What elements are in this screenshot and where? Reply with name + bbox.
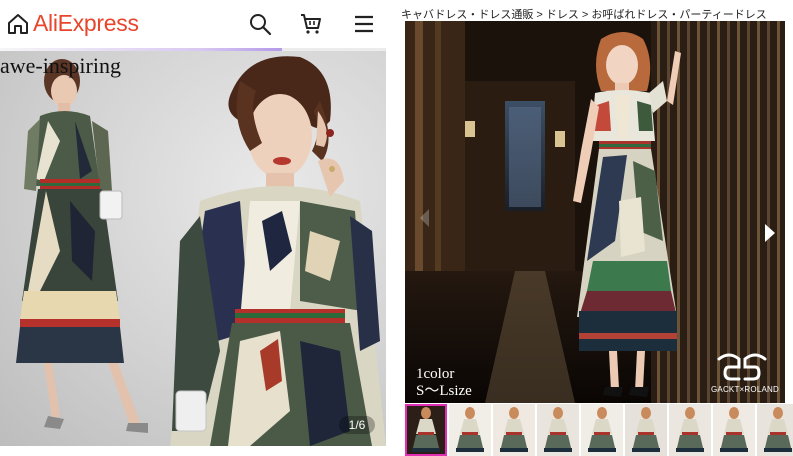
brand-logo: GACKT×ROLAND <box>711 353 779 397</box>
home-icon[interactable] <box>6 12 30 36</box>
thumbnail-6[interactable] <box>625 404 667 456</box>
search-icon[interactable] <box>248 12 272 36</box>
color-count-label: 1color <box>416 366 455 382</box>
thumbnail-3[interactable] <box>493 404 535 456</box>
thumbnail-8[interactable] <box>713 404 755 456</box>
chevron-left-icon[interactable] <box>417 207 431 229</box>
chevron-right-icon[interactable] <box>763 222 777 244</box>
thumbnail-9[interactable] <box>757 404 793 456</box>
aliexpress-logo[interactable]: AliExpress <box>33 10 139 37</box>
breadcrumb[interactable]: キャバドレス・ドレス通販 > ドレス > お呼ばれドレス・パーティードレス <box>401 6 767 22</box>
product-image-main[interactable]: 1color S～Lsize GACKT×ROLAND <box>405 21 785 403</box>
product-caption: awe-inspiring <box>0 53 121 78</box>
thumbnail-4[interactable] <box>537 404 579 456</box>
thumbnail-7[interactable] <box>669 404 711 456</box>
image-counter-badge: 1/6 <box>339 416 375 434</box>
model-close-up <box>170 56 386 446</box>
aliexpress-panel: AliExpress awe-inspiring 1/6 <box>0 0 386 456</box>
thumbnail-2[interactable] <box>449 404 491 456</box>
aliexpress-header: AliExpress <box>0 0 386 48</box>
thumbnail-strip <box>405 404 793 456</box>
thumbnail-5[interactable] <box>581 404 623 456</box>
store-panel: キャバドレス・ドレス通販 > ドレス > お呼ばれドレス・パーティードレス 1c… <box>392 0 793 456</box>
size-range-label: S～Lsize <box>416 383 472 399</box>
color-size-info: 1color S～Lsize <box>416 366 472 400</box>
thumbnail-1[interactable] <box>405 404 447 456</box>
product-image-left[interactable] <box>0 51 386 446</box>
cart-icon[interactable] <box>299 12 323 36</box>
brand-text: GACKT×ROLAND <box>711 385 779 394</box>
menu-icon[interactable] <box>352 12 376 36</box>
model-full-length <box>16 59 148 433</box>
